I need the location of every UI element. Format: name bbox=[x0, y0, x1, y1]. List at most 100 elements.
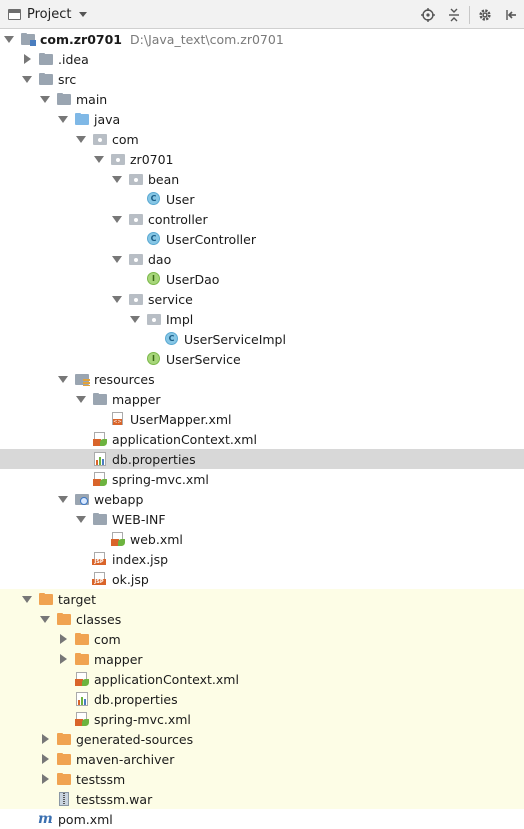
tree-item[interactable]: maven-archiver bbox=[0, 749, 524, 769]
tree-item-label: generated-sources bbox=[76, 731, 194, 747]
tree-item[interactable]: zr0701 bbox=[0, 149, 524, 169]
expanded-arrow-icon[interactable] bbox=[76, 514, 86, 524]
project-view-selector[interactable]: Project bbox=[8, 6, 88, 22]
locate-button[interactable] bbox=[415, 0, 441, 29]
tree-item[interactable]: target bbox=[0, 589, 524, 609]
class-icon: C bbox=[164, 331, 180, 347]
expanded-arrow-icon[interactable] bbox=[112, 174, 122, 184]
expanded-arrow-icon[interactable] bbox=[112, 294, 122, 304]
tree-item[interactable]: I UserDao bbox=[0, 269, 524, 289]
tree-item[interactable]: bean bbox=[0, 169, 524, 189]
collapsed-arrow-icon[interactable] bbox=[40, 754, 50, 764]
tree-item[interactable]: controller bbox=[0, 209, 524, 229]
tree-item[interactable]: webapp bbox=[0, 489, 524, 509]
expanded-arrow-icon[interactable] bbox=[58, 114, 68, 124]
tree-item-label: maven-archiver bbox=[76, 751, 175, 767]
toolbar-actions bbox=[415, 0, 524, 29]
hide-button[interactable] bbox=[498, 0, 524, 29]
tree-item[interactable]: db.properties bbox=[0, 689, 524, 709]
tree-item[interactable]: generated-sources bbox=[0, 729, 524, 749]
tree-item[interactable]: java bbox=[0, 109, 524, 129]
expanded-arrow-icon[interactable] bbox=[112, 214, 122, 224]
tree-item-label: spring-mvc.xml bbox=[94, 711, 191, 727]
resources-folder-icon bbox=[74, 371, 90, 387]
tree-item[interactable]: db.properties bbox=[0, 449, 524, 469]
excluded-folder-icon bbox=[38, 591, 54, 607]
expanded-arrow-icon[interactable] bbox=[76, 134, 86, 144]
collapsed-arrow-icon[interactable] bbox=[22, 54, 32, 64]
tree-item-label: applicationContext.xml bbox=[112, 431, 257, 447]
project-view-label: Project bbox=[27, 6, 72, 22]
tree-item[interactable]: .idea bbox=[0, 49, 524, 69]
tree-item[interactable]: mapper bbox=[0, 649, 524, 669]
folder-icon bbox=[92, 511, 108, 527]
tree-item[interactable]: mapper bbox=[0, 389, 524, 409]
tree-item[interactable]: applicationContext.xml bbox=[0, 669, 524, 689]
expanded-arrow-icon[interactable] bbox=[22, 74, 32, 84]
tree-item[interactable]: testssm bbox=[0, 769, 524, 789]
tree-item-label: db.properties bbox=[112, 451, 196, 467]
expanded-arrow-icon[interactable] bbox=[76, 394, 86, 404]
tree-item[interactable]: web.xml bbox=[0, 529, 524, 549]
expanded-arrow-icon[interactable] bbox=[40, 614, 50, 624]
tree-item[interactable]: classes bbox=[0, 609, 524, 629]
toolbar-separator bbox=[469, 5, 470, 24]
tree-item-label: testssm bbox=[76, 771, 126, 787]
tree-item[interactable]: C UserController bbox=[0, 229, 524, 249]
collapse-all-button[interactable] bbox=[441, 0, 467, 29]
tree-item[interactable]: m pom.xml bbox=[0, 809, 524, 829]
tree-item[interactable]: C UserServiceImpl bbox=[0, 329, 524, 349]
tree-item[interactable]: JSP index.jsp bbox=[0, 549, 524, 569]
class-icon-part: C bbox=[147, 192, 160, 205]
package-icon bbox=[128, 251, 144, 267]
project-window-icon bbox=[8, 8, 21, 20]
collapsed-arrow-icon[interactable] bbox=[58, 634, 68, 644]
spring-xml-icon-part bbox=[118, 539, 125, 546]
tree-item[interactable]: com.zr0701 D:\Java_text\com.zr0701 bbox=[0, 29, 524, 49]
tree-item[interactable]: service bbox=[0, 289, 524, 309]
tree-item[interactable]: JSP ok.jsp bbox=[0, 569, 524, 589]
tree-item[interactable]: com bbox=[0, 129, 524, 149]
tree-item[interactable]: spring-mvc.xml bbox=[0, 709, 524, 729]
resources-folder-icon-part bbox=[83, 379, 90, 386]
expanded-arrow-icon[interactable] bbox=[4, 34, 14, 44]
folder-icon bbox=[38, 51, 54, 67]
tree-item[interactable]: applicationContext.xml bbox=[0, 429, 524, 449]
tree-item[interactable]: dao bbox=[0, 249, 524, 269]
expanded-arrow-icon[interactable] bbox=[112, 254, 122, 264]
expanded-arrow-icon[interactable] bbox=[130, 314, 140, 324]
collapsed-arrow-icon[interactable] bbox=[40, 734, 50, 744]
tree-item[interactable]: resources bbox=[0, 369, 524, 389]
tree-item[interactable]: src bbox=[0, 69, 524, 89]
settings-button[interactable] bbox=[472, 0, 498, 29]
folder-icon bbox=[38, 71, 54, 87]
tree-item[interactable]: Impl bbox=[0, 309, 524, 329]
tree-item[interactable]: WEB-INF bbox=[0, 509, 524, 529]
expanded-arrow-icon[interactable] bbox=[94, 154, 104, 164]
jsp-file-icon-part: JSP bbox=[92, 559, 106, 565]
tree-item[interactable]: I UserService bbox=[0, 349, 524, 369]
tree-item[interactable]: com bbox=[0, 629, 524, 649]
tree-item[interactable]: main bbox=[0, 89, 524, 109]
collapsed-arrow-icon[interactable] bbox=[58, 654, 68, 664]
tree-item-label: db.properties bbox=[94, 691, 178, 707]
collapsed-arrow-icon[interactable] bbox=[40, 774, 50, 784]
tree-item[interactable]: spring-mvc.xml bbox=[0, 469, 524, 489]
tree-item[interactable]: <> UserMapper.xml bbox=[0, 409, 524, 429]
excluded-folder-icon bbox=[56, 771, 72, 787]
expanded-arrow-icon[interactable] bbox=[58, 374, 68, 384]
tree-item-label: main bbox=[76, 91, 108, 107]
maven-icon: m bbox=[38, 811, 54, 827]
tree-item-label: controller bbox=[148, 211, 208, 227]
tree-item-label: UserDao bbox=[166, 271, 220, 287]
excluded-folder-icon bbox=[56, 751, 72, 767]
spring-xml-icon-part bbox=[82, 719, 89, 726]
excluded-folder-icon bbox=[56, 611, 72, 627]
tree-item[interactable]: testssm.war bbox=[0, 789, 524, 809]
expanded-arrow-icon[interactable] bbox=[40, 94, 50, 104]
tree-item[interactable]: C User bbox=[0, 189, 524, 209]
excluded-folder-icon bbox=[74, 651, 90, 667]
web-folder-icon bbox=[74, 491, 90, 507]
expanded-arrow-icon[interactable] bbox=[58, 494, 68, 504]
expanded-arrow-icon[interactable] bbox=[22, 594, 32, 604]
